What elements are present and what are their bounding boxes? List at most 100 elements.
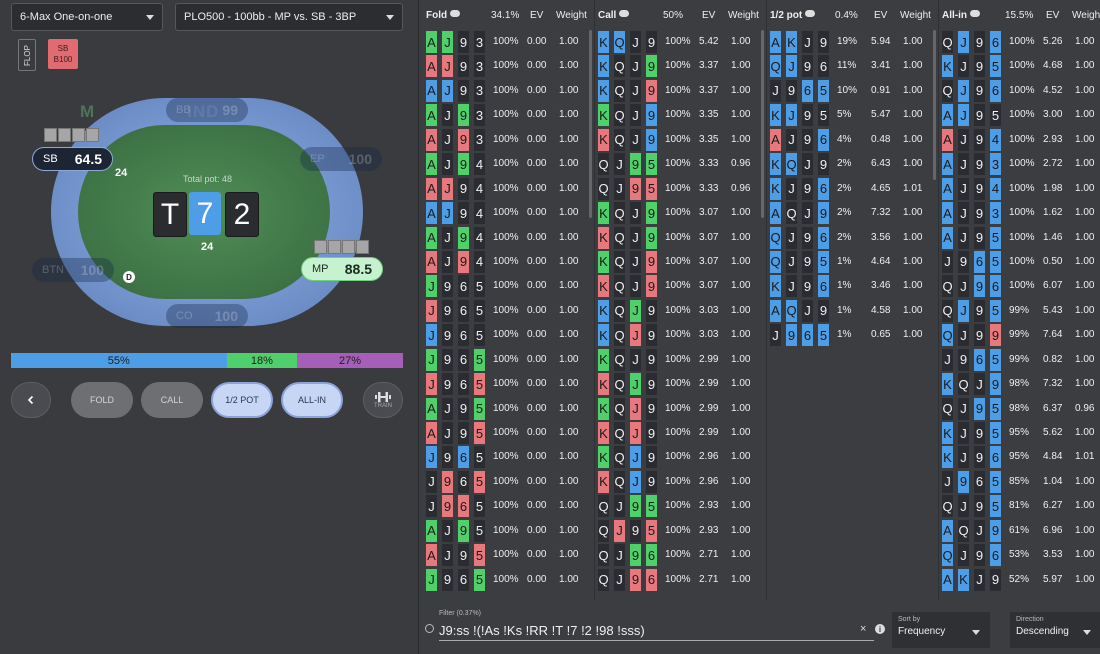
cloud-download-icon[interactable] [805, 10, 816, 17]
seat-sb[interactable]: SB 64.5 [32, 147, 113, 171]
cloud-download-icon[interactable] [970, 10, 980, 17]
hand-row[interactable]: A Q J 9 1% 4.58 1.00 [767, 299, 937, 323]
hand-row[interactable]: A J 9 3 100% 0.00 1.00 [423, 30, 593, 54]
hand-row[interactable]: Q J 9 5 99% 5.43 1.00 [939, 299, 1100, 323]
cloud-download-icon[interactable] [619, 10, 630, 17]
hand-row[interactable]: A J 9 4 100% 0.00 1.00 [423, 152, 593, 176]
hand-row[interactable]: A Q J 9 61% 6.96 1.00 [939, 519, 1100, 543]
hand-row[interactable]: K Q J 9 100% 3.03 1.00 [595, 323, 765, 347]
hand-row[interactable]: K Q J 9 100% 3.07 1.00 [595, 226, 765, 250]
hand-row[interactable]: A J 9 3 100% 0.00 1.00 [423, 128, 593, 152]
hand-row[interactable]: K Q J 9 98% 7.32 1.00 [939, 372, 1100, 396]
hand-row[interactable]: Q J 9 6 100% 6.07 1.00 [939, 274, 1100, 298]
hand-row[interactable]: Q J 9 5 1% 4.64 1.00 [767, 250, 937, 274]
hand-row[interactable]: A J 9 4 100% 2.93 1.00 [939, 128, 1100, 152]
hand-row[interactable]: K Q J 9 100% 2.96 1.00 [595, 445, 765, 469]
hand-row[interactable]: A J 9 4 100% 0.00 1.00 [423, 250, 593, 274]
hand-row[interactable]: K Q J 9 100% 3.37 1.00 [595, 79, 765, 103]
hand-row[interactable]: K Q J 9 2% 6.43 1.00 [767, 152, 937, 176]
hand-row[interactable]: K J 9 5 95% 5.62 1.00 [939, 421, 1100, 445]
hand-row[interactable]: A J 9 5 100% 3.00 1.00 [939, 103, 1100, 127]
clear-icon[interactable]: × [860, 623, 866, 635]
hand-row[interactable]: K Q J 9 100% 3.03 1.00 [595, 299, 765, 323]
sort-by-select[interactable]: Sort by Frequency [892, 612, 990, 648]
seat-mp[interactable]: MP 88.5 [301, 257, 383, 281]
hand-row[interactable]: J 9 6 5 100% 0.00 1.00 [423, 494, 593, 518]
all-in-button[interactable]: ALL-IN [281, 382, 343, 418]
hand-row[interactable]: K Q J 9 100% 2.99 1.00 [595, 397, 765, 421]
hand-row[interactable]: Q J 9 6 100% 2.71 1.00 [595, 568, 765, 592]
cloud-download-icon[interactable] [450, 10, 461, 17]
hand-row[interactable]: A J 9 3 100% 1.62 1.00 [939, 201, 1100, 225]
hand-row[interactable]: K J 9 5 5% 5.47 1.00 [767, 103, 937, 127]
hand-row[interactable]: Q J 9 6 2% 3.56 1.00 [767, 226, 937, 250]
hand-row[interactable]: Q J 9 5 100% 3.33 0.96 [595, 177, 765, 201]
seat-co[interactable]: CO 100 [166, 304, 248, 328]
hand-row[interactable]: Q J 9 5 81% 6.27 1.00 [939, 494, 1100, 518]
hand-row[interactable]: K Q J 9 100% 2.99 1.00 [595, 421, 765, 445]
hand-row[interactable]: Q J 9 9 99% 7.64 1.00 [939, 323, 1100, 347]
hand-row[interactable]: K J 9 5 100% 4.68 1.00 [939, 54, 1100, 78]
hand-row[interactable]: K Q J 9 100% 5.42 1.00 [595, 30, 765, 54]
hand-row[interactable]: J 9 6 5 100% 0.00 1.00 [423, 299, 593, 323]
hand-row[interactable]: Q J 9 6 100% 2.71 1.00 [595, 543, 765, 567]
call-button[interactable]: CALL [141, 382, 203, 418]
hand-row[interactable]: K Q J 9 100% 3.35 1.00 [595, 103, 765, 127]
hand-row[interactable]: J 9 6 5 100% 0.00 1.00 [423, 323, 593, 347]
hand-row[interactable]: A K J 9 52% 5.97 1.00 [939, 568, 1100, 592]
seat-btn[interactable]: BTN 100 [32, 258, 114, 282]
train-button[interactable]: TRAIN [363, 382, 403, 418]
column-scrollbar[interactable] [761, 30, 764, 218]
hand-row[interactable]: K Q J 9 100% 3.35 1.00 [595, 128, 765, 152]
hand-row[interactable]: J 9 6 5 100% 0.00 1.00 [423, 348, 593, 372]
hand-row[interactable]: K J 9 6 1% 3.46 1.00 [767, 274, 937, 298]
hand-row[interactable]: J 9 6 5 100% 0.00 1.00 [423, 274, 593, 298]
hand-row[interactable]: A Q J 9 2% 7.32 1.00 [767, 201, 937, 225]
hand-row[interactable]: A J 9 5 100% 0.00 1.00 [423, 421, 593, 445]
hand-row[interactable]: A J 9 5 100% 0.00 1.00 [423, 519, 593, 543]
hand-row[interactable]: Q J 9 5 100% 3.33 0.96 [595, 152, 765, 176]
hand-row[interactable]: A K J 9 19% 5.94 1.00 [767, 30, 937, 54]
hand-row[interactable]: K Q J 9 100% 3.07 1.00 [595, 201, 765, 225]
hand-row[interactable]: K Q J 9 100% 2.96 1.00 [595, 470, 765, 494]
hand-row[interactable]: Q J 9 5 100% 2.93 1.00 [595, 519, 765, 543]
filter-input[interactable] [439, 620, 874, 641]
hand-row[interactable]: Q J 9 5 98% 6.37 0.96 [939, 397, 1100, 421]
hand-row[interactable]: A J 9 4 100% 0.00 1.00 [423, 201, 593, 225]
hand-row[interactable]: K Q J 9 100% 3.07 1.00 [595, 250, 765, 274]
street-chip[interactable]: FLOP [18, 39, 36, 71]
hand-row[interactable]: J 9 6 5 100% 0.00 1.00 [423, 470, 593, 494]
hand-row[interactable]: K Q J 9 100% 3.07 1.00 [595, 274, 765, 298]
hand-row[interactable]: Q J 9 5 100% 2.93 1.00 [595, 494, 765, 518]
hand-row[interactable]: A J 9 4 100% 0.00 1.00 [423, 226, 593, 250]
hand-row[interactable]: Q J 9 6 11% 3.41 1.00 [767, 54, 937, 78]
hand-row[interactable]: J 9 6 5 100% 0.50 1.00 [939, 250, 1100, 274]
hand-row[interactable]: A J 9 5 100% 0.00 1.00 [423, 397, 593, 421]
hand-row[interactable]: A J 9 3 100% 0.00 1.00 [423, 103, 593, 127]
hand-row[interactable]: K Q J 9 100% 3.37 1.00 [595, 54, 765, 78]
hand-row[interactable]: K Q J 9 100% 2.99 1.00 [595, 372, 765, 396]
hand-row[interactable]: A J 9 3 100% 0.00 1.00 [423, 79, 593, 103]
hand-row[interactable]: A J 9 3 100% 2.72 1.00 [939, 152, 1100, 176]
info-icon[interactable]: i [875, 624, 885, 634]
hand-row[interactable]: A J 9 6 4% 0.48 1.00 [767, 128, 937, 152]
action-history-chip[interactable]: SB B100 [48, 39, 78, 69]
seat-ep[interactable]: EP 100 [300, 147, 382, 171]
history-icon[interactable] [425, 624, 434, 633]
spot-select[interactable]: PLO500 - 100bb - MP vs. SB - 3BP [175, 3, 403, 31]
column-scrollbar[interactable] [589, 30, 592, 218]
fold-button[interactable]: FOLD [71, 382, 133, 418]
hand-row[interactable]: Q J 9 6 53% 3.53 1.00 [939, 543, 1100, 567]
hand-row[interactable]: K J 9 6 2% 4.65 1.01 [767, 177, 937, 201]
back-button[interactable] [11, 382, 51, 418]
hand-row[interactable]: K Q J 9 100% 2.99 1.00 [595, 348, 765, 372]
hand-row[interactable]: A J 9 4 100% 0.00 1.00 [423, 177, 593, 201]
game-select[interactable]: 6-Max One-on-one [11, 3, 163, 31]
hand-row[interactable]: A J 9 3 100% 0.00 1.00 [423, 54, 593, 78]
hand-row[interactable]: A J 9 4 100% 1.98 1.00 [939, 177, 1100, 201]
hand-row[interactable]: Q J 9 6 100% 5.26 1.00 [939, 30, 1100, 54]
hand-row[interactable]: J 9 6 5 10% 0.91 1.00 [767, 79, 937, 103]
hand-row[interactable]: K J 9 6 95% 4.84 1.01 [939, 445, 1100, 469]
hand-row[interactable]: J 9 6 5 85% 1.04 1.00 [939, 470, 1100, 494]
seat-bb[interactable]: BB 99 [166, 98, 248, 122]
